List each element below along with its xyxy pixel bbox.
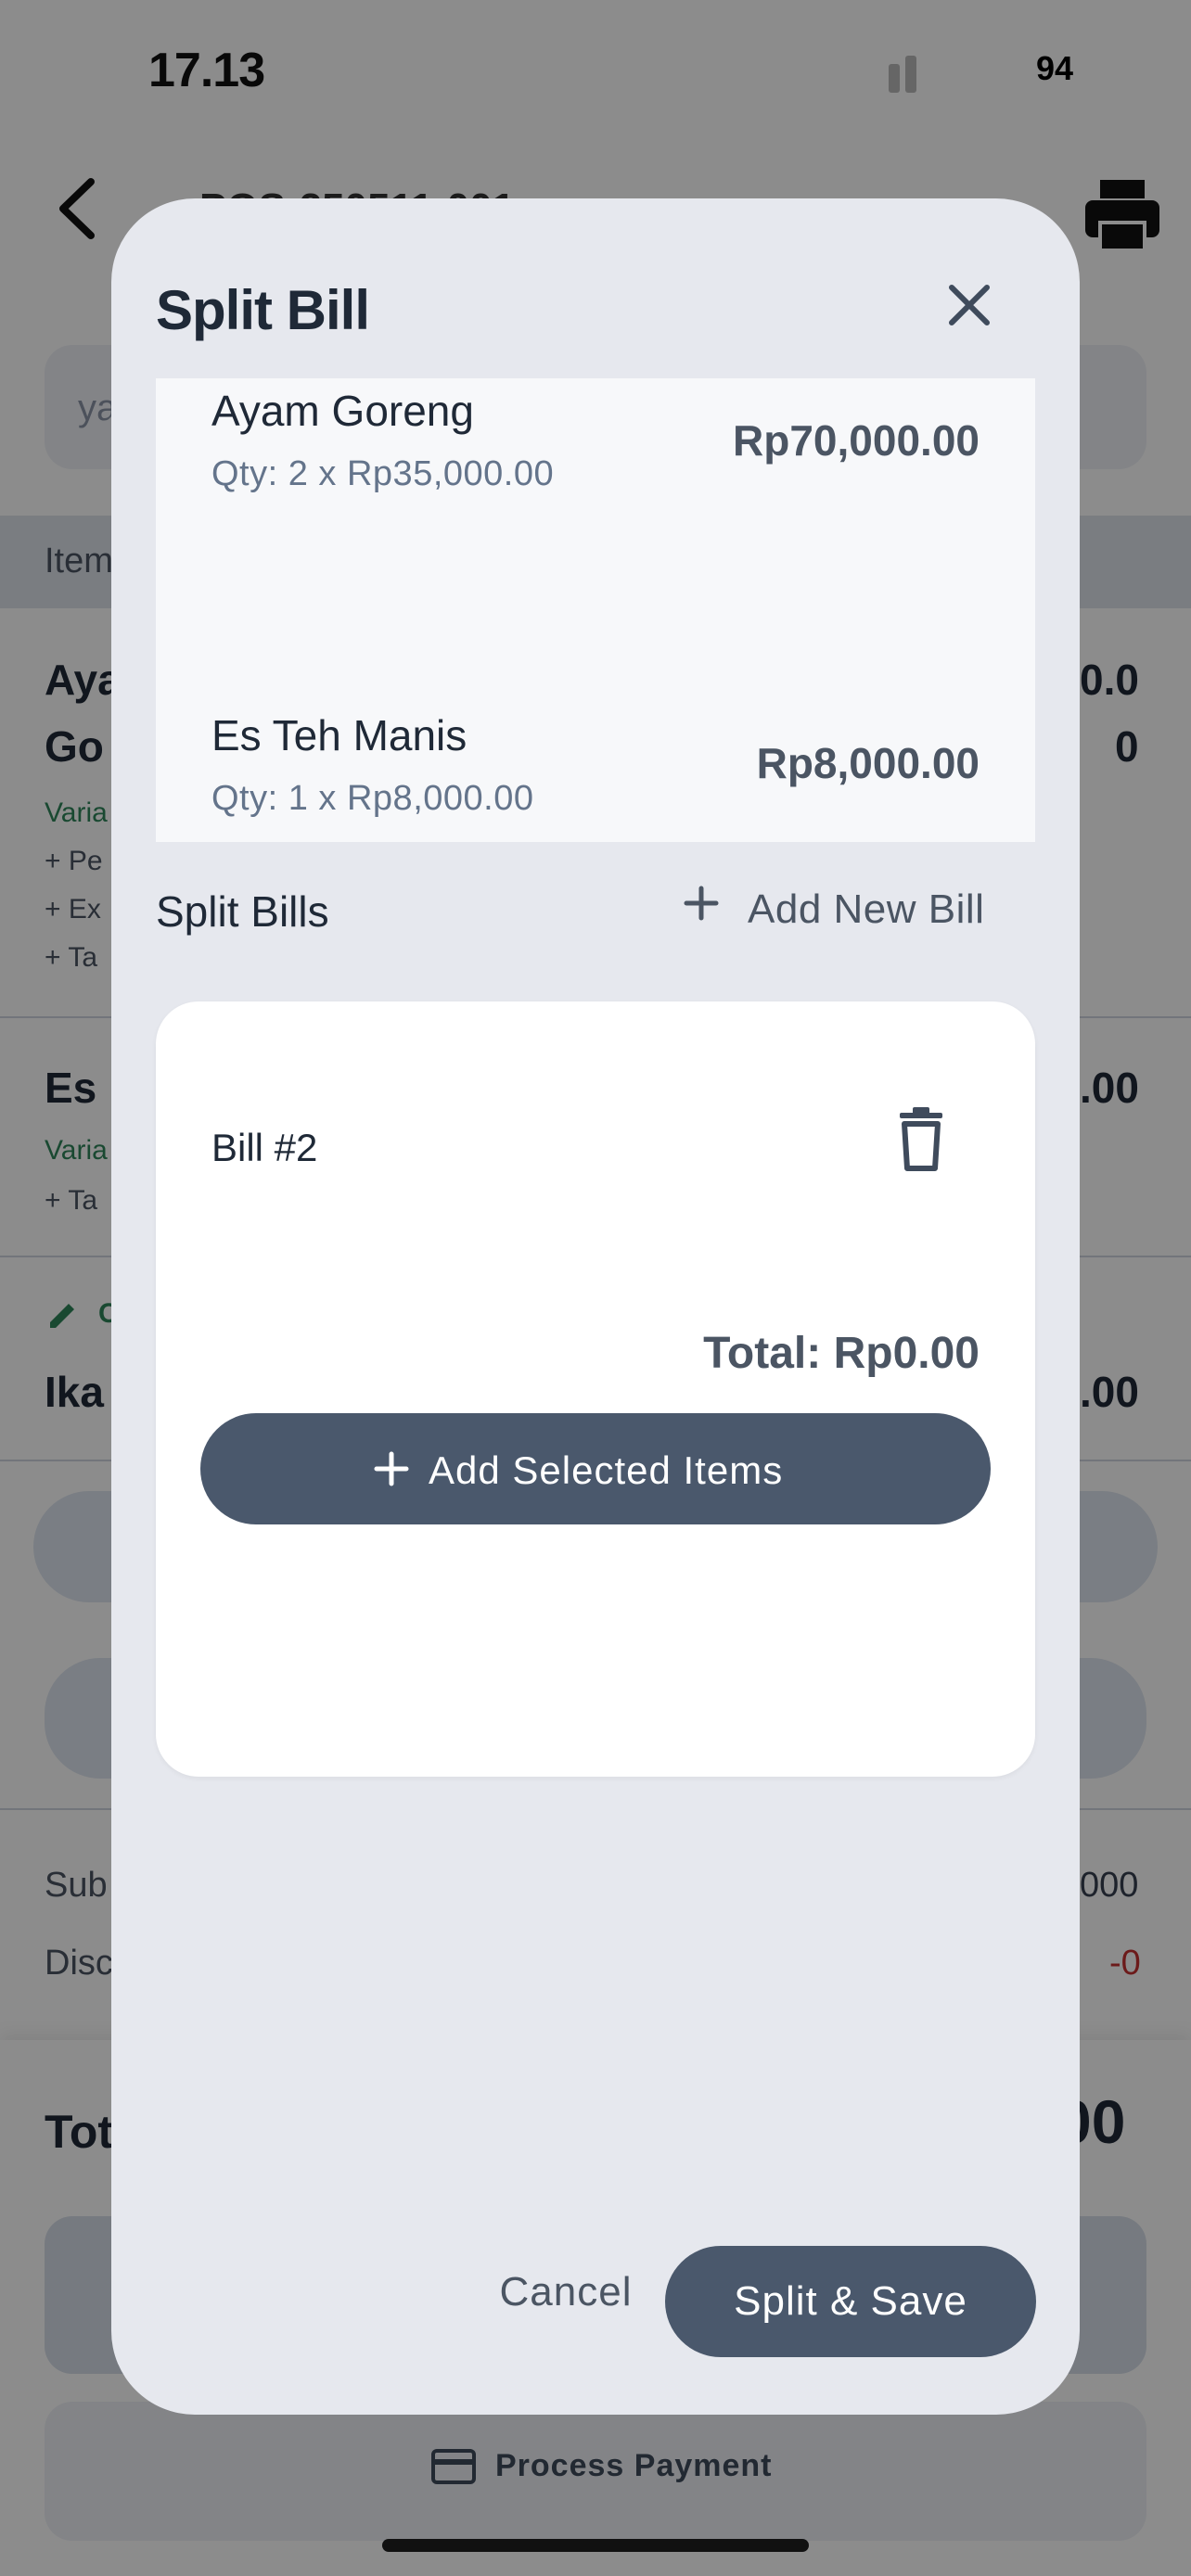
split-bill-modal: Split Bill Ayam Goreng Qty: 2 x Rp35,000…	[111, 198, 1080, 2415]
split-bills-heading: Split Bills	[156, 887, 329, 936]
bill-name: Bill #2	[211, 1126, 318, 1169]
plus-icon	[374, 1451, 409, 1486]
add-selected-items-button[interactable]: Add Selected Items	[200, 1413, 991, 1524]
item-price: Rp70,000.00	[733, 416, 980, 465]
selectable-items-list: Ayam Goreng Qty: 2 x Rp35,000.00 Rp70,00…	[156, 378, 1035, 842]
item-name: Ayam Goreng	[211, 387, 474, 435]
list-item[interactable]: Ayam Goreng Qty: 2 x Rp35,000.00 Rp70,00…	[156, 378, 1035, 657]
list-item[interactable]: Es Teh Manis Qty: 1 x Rp8,000.00 Rp8,000…	[156, 684, 1035, 842]
item-name: Es Teh Manis	[211, 711, 467, 759]
close-icon[interactable]	[937, 273, 1002, 338]
bill-card: Bill #2 Total: Rp0.00 Add Selected Items	[156, 1001, 1035, 1777]
trash-icon[interactable]	[889, 1103, 954, 1178]
add-new-bill-label: Add New Bill	[748, 886, 985, 932]
split-save-button[interactable]: Split & Save	[665, 2246, 1036, 2357]
add-new-bill-button[interactable]: Add New Bill	[673, 868, 1026, 942]
item-price: Rp8,000.00	[756, 739, 980, 787]
item-qty: Qty: 2 x Rp35,000.00	[211, 454, 555, 493]
item-qty: Qty: 1 x Rp8,000.00	[211, 779, 534, 818]
home-indicator	[382, 2539, 809, 2552]
plus-icon	[684, 886, 719, 921]
add-selected-items-label: Add Selected Items	[429, 1448, 784, 1492]
bill-total: Total: Rp0.00	[703, 1329, 980, 1378]
modal-title: Split Bill	[156, 279, 370, 341]
cancel-button[interactable]: Cancel	[445, 2246, 686, 2339]
